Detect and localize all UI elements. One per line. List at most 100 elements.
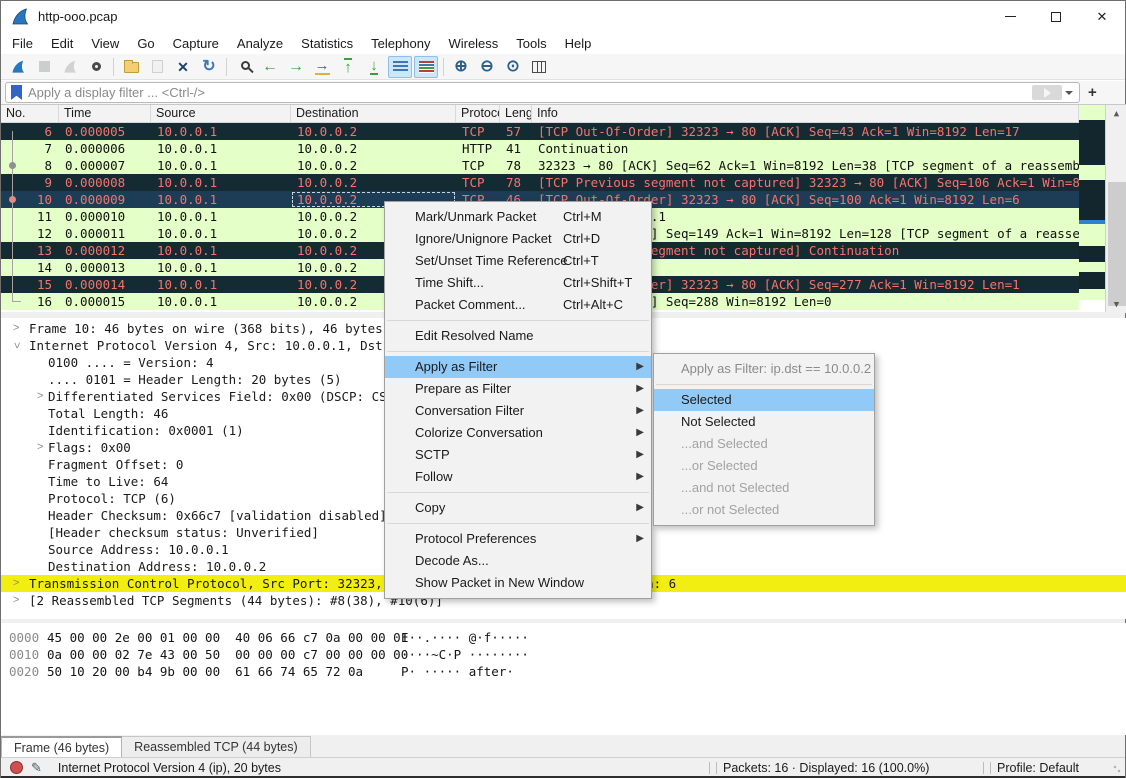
time-cell: 0.000008 xyxy=(59,174,151,191)
restart-capture-button[interactable] xyxy=(58,56,82,78)
menu-item-conversation-filter[interactable]: Conversation Filter▶ xyxy=(385,400,651,422)
go-to-packet-button[interactable]: → xyxy=(310,56,334,78)
menu-file[interactable]: File xyxy=(3,34,42,53)
menu-item-ignore-unignore-packet[interactable]: Ignore/Unignore PacketCtrl+D xyxy=(385,228,651,250)
display-filter-input[interactable] xyxy=(28,85,1032,100)
stop-capture-button[interactable] xyxy=(32,56,56,78)
menu-item-time-shift[interactable]: Time Shift...Ctrl+Shift+T xyxy=(385,272,651,294)
scroll-up-icon[interactable]: ▲ xyxy=(1106,105,1126,122)
zoom-in-button[interactable]: ⊕ xyxy=(449,56,473,78)
go-forward-button[interactable]: → xyxy=(284,56,308,78)
close-file-button[interactable]: ✕ xyxy=(171,56,195,78)
menu-item-follow[interactable]: Follow▶ xyxy=(385,466,651,488)
column-header-length[interactable]: Length xyxy=(500,105,532,122)
menu-edit[interactable]: Edit xyxy=(42,34,82,53)
menu-telephony[interactable]: Telephony xyxy=(362,34,439,53)
detail-text: Source Address: 10.0.0.1 xyxy=(48,541,229,558)
capture-comment-icon[interactable]: ✎ xyxy=(31,760,42,776)
zoom-out-button[interactable]: ⊖ xyxy=(475,56,499,78)
go-first-packet-button[interactable]: ↑ xyxy=(336,56,360,78)
menu-analyze[interactable]: Analyze xyxy=(228,34,292,53)
menu-wireless[interactable]: Wireless xyxy=(439,34,507,53)
minimize-button[interactable] xyxy=(987,1,1033,32)
packet-row[interactable]: 80.00000710.0.0.110.0.0.2TCP7832323 → 80… xyxy=(1,157,1079,174)
scrollbar-thumb[interactable] xyxy=(1108,182,1126,306)
filter-dropdown-icon[interactable] xyxy=(1065,91,1073,95)
start-capture-button[interactable] xyxy=(6,56,30,78)
menu-capture[interactable]: Capture xyxy=(164,34,228,53)
hex-line[interactable]: 000045 00 00 2e 00 01 00 00 40 06 66 c7 … xyxy=(1,629,1126,646)
submenu-item-or-not-selected[interactable]: ...or not Selected xyxy=(654,499,874,521)
reload-file-button[interactable]: ↻ xyxy=(197,56,221,78)
expand-icon[interactable]: > xyxy=(13,320,19,337)
submenu-item-or-selected[interactable]: ...or Selected xyxy=(654,455,874,477)
resize-columns-button[interactable] xyxy=(527,56,551,78)
packet-row[interactable]: 60.00000510.0.0.110.0.0.2TCP57[TCP Out-O… xyxy=(1,123,1079,140)
column-header-destination[interactable]: Destination xyxy=(291,105,456,122)
column-header-time[interactable]: Time xyxy=(59,105,151,122)
display-filter-field[interactable] xyxy=(5,82,1080,103)
packet-row[interactable]: 90.00000810.0.0.110.0.0.2TCP78[TCP Previ… xyxy=(1,174,1079,191)
menu-item-edit-resolved-name[interactable]: Edit Resolved Name xyxy=(385,325,651,347)
column-header-protocol[interactable]: Protocol xyxy=(456,105,500,122)
expand-icon[interactable]: > xyxy=(13,592,19,609)
menu-item-decode-as[interactable]: Decode As... xyxy=(385,550,651,572)
menu-item-show-packet-in-new-window[interactable]: Show Packet in New Window xyxy=(385,572,651,594)
menu-tools[interactable]: Tools xyxy=(507,34,555,53)
go-back-button[interactable]: ← xyxy=(258,56,282,78)
apply-filter-button[interactable] xyxy=(1032,85,1062,100)
expand-icon[interactable]: > xyxy=(37,439,43,456)
expand-icon[interactable]: > xyxy=(37,388,43,405)
menu-help[interactable]: Help xyxy=(556,34,601,53)
expand-icon[interactable]: > xyxy=(13,575,19,592)
zoom-normal-button[interactable]: ⊙ xyxy=(501,56,525,78)
menu-item-colorize-conversation[interactable]: Colorize Conversation▶ xyxy=(385,422,651,444)
hex-line[interactable]: 00100a 00 00 02 7e 43 00 50 00 00 00 c7 … xyxy=(1,646,1126,663)
save-file-button[interactable] xyxy=(145,56,169,78)
capture-options-button[interactable] xyxy=(84,56,108,78)
packet-list-header[interactable]: No.TimeSourceDestinationProtocolLengthIn… xyxy=(1,105,1079,123)
go-last-packet-button[interactable]: ↓ xyxy=(362,56,386,78)
menu-statistics[interactable]: Statistics xyxy=(292,34,362,53)
maximize-button[interactable] xyxy=(1033,1,1079,32)
collapse-icon[interactable]: > xyxy=(8,342,25,348)
submenu-item-selected[interactable]: Selected xyxy=(654,389,874,411)
hex-line[interactable]: 002050 10 20 00 b4 9b 00 00 61 66 74 65 … xyxy=(1,663,1126,680)
menu-view[interactable]: View xyxy=(82,34,128,53)
submenu-item-not-selected[interactable]: Not Selected xyxy=(654,411,874,433)
close-button[interactable]: ✕ xyxy=(1079,1,1125,32)
info-cell: [TCP Out-Of-Order] 32323 → 80 [ACK] Seq=… xyxy=(532,123,1079,140)
menu-item-prepare-as-filter[interactable]: Prepare as Filter▶ xyxy=(385,378,651,400)
resize-grip[interactable] xyxy=(1113,765,1123,775)
find-packet-button[interactable] xyxy=(232,56,256,78)
auto-scroll-button[interactable] xyxy=(388,56,412,78)
add-filter-button[interactable]: + xyxy=(1088,84,1097,101)
packet-list-minimap[interactable] xyxy=(1079,105,1105,313)
wireshark-window: http-ooo.pcap ✕ FileEditViewGoCaptureAna… xyxy=(0,0,1126,778)
open-file-button[interactable] xyxy=(119,56,143,78)
menu-item-copy[interactable]: Copy▶ xyxy=(385,497,651,519)
menu-item-mark-unmark-packet[interactable]: Mark/Unmark PacketCtrl+M xyxy=(385,206,651,228)
menu-item-protocol-preferences[interactable]: Protocol Preferences▶ xyxy=(385,528,651,550)
tab-frame[interactable]: Frame (46 bytes) xyxy=(1,736,122,757)
packet-list-scrollbar[interactable]: ▲ ▼ xyxy=(1105,105,1126,313)
menu-item-label: Show Packet in New Window xyxy=(415,575,584,590)
status-profile[interactable]: Profile: Default xyxy=(997,761,1079,775)
tab-reassembled-tcp[interactable]: Reassembled TCP (44 bytes) xyxy=(121,736,311,757)
menu-item-packet-comment[interactable]: Packet Comment...Ctrl+Alt+C xyxy=(385,294,651,316)
menu-item-sctp[interactable]: SCTP▶ xyxy=(385,444,651,466)
filter-bookmark-icon[interactable] xyxy=(11,85,22,100)
menu-item-apply-as-filter[interactable]: Apply as Filter▶ xyxy=(385,356,651,378)
packet-bytes-pane[interactable]: 000045 00 00 2e 00 01 00 00 40 06 66 c7 … xyxy=(1,623,1126,735)
menu-item-set-unset-time-reference[interactable]: Set/Unset Time ReferenceCtrl+T xyxy=(385,250,651,272)
scroll-down-icon[interactable]: ▼ xyxy=(1106,296,1126,313)
column-header-source[interactable]: Source xyxy=(151,105,291,122)
submenu-item-and-not-selected[interactable]: ...and not Selected xyxy=(654,477,874,499)
column-header-info[interactable]: Info xyxy=(532,105,1079,122)
colorize-packets-button[interactable] xyxy=(414,56,438,78)
expert-info-icon[interactable] xyxy=(10,761,23,774)
menu-go[interactable]: Go xyxy=(128,34,163,53)
packet-row[interactable]: 70.00000610.0.0.110.0.0.2HTTP41Continuat… xyxy=(1,140,1079,157)
submenu-item-and-selected[interactable]: ...and Selected xyxy=(654,433,874,455)
column-header-no[interactable]: No. xyxy=(1,105,59,122)
